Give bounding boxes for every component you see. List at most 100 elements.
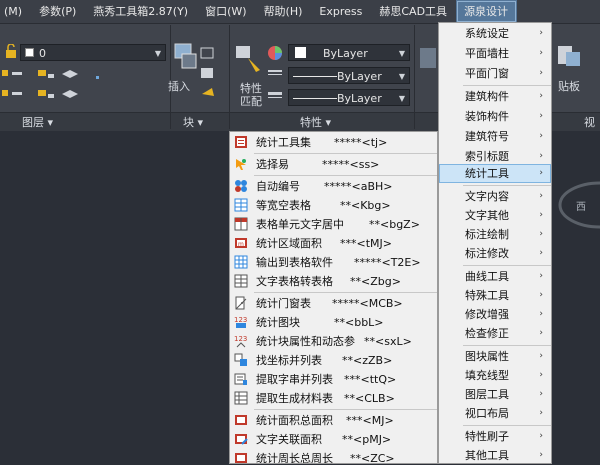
layer-combo[interactable]: 0 ▼: [20, 44, 166, 61]
panel-title-layers[interactable]: 图层 ▾: [22, 114, 53, 130]
submenu-item[interactable]: 选择易 *****<ss>: [230, 155, 437, 174]
submenu-item[interactable]: 文字关联面积 **<pMJ>: [230, 430, 437, 449]
export-table-icon: [234, 255, 248, 269]
menu-item-params[interactable]: 参数(P): [31, 0, 85, 23]
clipboard-icon[interactable]: [556, 44, 586, 68]
menu-item-yanxiu-tools[interactable]: 燕秀工具箱2.87(Y): [85, 0, 197, 23]
menu-item-help[interactable]: 帮助(H): [256, 0, 312, 23]
chevron-right-icon: ›: [539, 111, 543, 121]
submenu-item[interactable]: 提取字串并列表 ***<ttQ>: [230, 370, 437, 389]
lineweight-combo[interactable]: ByLayer ▼: [288, 89, 410, 106]
submenu-item[interactable]: 统计门窗表 *****<MCB>: [230, 294, 437, 313]
match-label-line2: 匹配: [240, 95, 262, 108]
submenu-item[interactable]: 找坐标并列表 **<zZB>: [230, 351, 437, 370]
string-list-icon: [234, 373, 247, 385]
menu-item-doors-windows[interactable]: 平面门窗 ›: [439, 64, 551, 83]
menu-item-hesi-cad[interactable]: 赫思CAD工具: [371, 0, 456, 23]
menu-item-express[interactable]: Express: [311, 0, 371, 23]
color-combo-value: ByLayer: [323, 47, 368, 60]
menu-item-curve-tools[interactable]: 曲线工具 ›: [439, 267, 551, 286]
chevron-right-icon: ›: [539, 210, 543, 220]
block-tools-icons[interactable]: [198, 44, 220, 110]
svg-text:123: 123: [234, 335, 247, 343]
panel-title-properties[interactable]: 特性 ▾: [300, 114, 331, 130]
color-combo[interactable]: ByLayer ▼: [288, 44, 410, 61]
coord-list-icon: [234, 353, 247, 366]
clipboard-label[interactable]: 贴板: [558, 78, 580, 94]
menu-item-building-symbols[interactable]: 建筑符号 ›: [439, 127, 551, 146]
select-icon: [236, 159, 246, 170]
layer-combo-value: 0: [39, 47, 46, 60]
lineweight-combo-value: ByLayer: [337, 92, 382, 105]
chevron-down-icon: ▼: [398, 94, 405, 103]
menu-item-window[interactable]: 窗口(W): [197, 0, 255, 23]
submenu-item[interactable]: 统计周长总周长 **<ZC>: [230, 449, 437, 463]
chevron-right-icon: ›: [539, 68, 543, 78]
match-label-line1: 特性: [240, 82, 262, 95]
panel-title-block[interactable]: 块 ▾: [183, 114, 203, 130]
menu-item-check-fix[interactable]: 检查修正 ›: [439, 324, 551, 343]
table-center-icon: [234, 217, 248, 231]
submenu-item[interactable]: 自动编号 *****<aBH>: [230, 177, 437, 196]
menu-item-dimension-draw[interactable]: 标注绘制 ›: [439, 225, 551, 244]
linetype-combo-value: ByLayer: [337, 70, 382, 83]
chevron-right-icon: ›: [539, 450, 543, 460]
block-attr-icon: 123: [234, 335, 247, 348]
insert-block-icon[interactable]: [172, 42, 200, 76]
submenu-item[interactable]: 表格单元文字居中 **<bgZ>: [230, 215, 437, 234]
linetype-combo[interactable]: ByLayer ▼: [288, 67, 410, 84]
viewcube-ring[interactable]: [552, 160, 600, 320]
menu-separator: [463, 265, 551, 266]
auto-number-icon: [235, 180, 247, 192]
menu-item-decoration-components[interactable]: 装饰构件 ›: [439, 107, 551, 126]
menu-item-viewport-layout[interactable]: 视口布局 ›: [439, 404, 551, 423]
submenu-item[interactable]: m 统计区域面积 ***<tMJ>: [230, 234, 437, 253]
menu-item-yuanquan-design[interactable]: 源泉设计: [456, 0, 518, 23]
layer-tools-icons[interactable]: [0, 66, 180, 110]
match-properties-icon[interactable]: [234, 44, 266, 78]
svg-text:123: 123: [234, 316, 247, 324]
match-properties-label[interactable]: 特性 匹配: [240, 82, 262, 108]
submenu-item[interactable]: 输出到表格软件 *****<T2E>: [230, 253, 437, 272]
submenu-item[interactable]: 提取生成材料表 **<CLB>: [230, 389, 437, 408]
menu-item-building-components[interactable]: 建筑构件 ›: [439, 87, 551, 106]
chevron-right-icon: ›: [539, 328, 543, 338]
material-table-icon: [234, 391, 248, 405]
menu-item-modify[interactable]: (M): [0, 0, 31, 23]
menu-item-fill-linetype[interactable]: 填充线型 ›: [439, 366, 551, 385]
submenu-item[interactable]: 统计工具集 *****<tj>: [230, 133, 437, 152]
submenu-item[interactable]: 等宽空表格 **<Kbg>: [230, 196, 437, 215]
menu-item-dimension-edit[interactable]: 标注修改 ›: [439, 244, 551, 263]
text-area-link-icon: [235, 434, 248, 445]
submenu-item[interactable]: 123 统计块属性和动态参 **<sxL>: [230, 332, 437, 351]
menu-item-walls-columns[interactable]: 平面墙柱 ›: [439, 44, 551, 63]
linetype-preview: [293, 76, 337, 77]
menu-item-other-tools[interactable]: 其他工具 ›: [439, 446, 551, 465]
panel-divider: [414, 25, 415, 129]
menu-separator: [463, 345, 551, 346]
layer-lock-icon[interactable]: [4, 44, 18, 60]
empty-table-icon: [234, 198, 248, 212]
submenu-item[interactable]: 文字表格转表格 **<Zbg>: [230, 272, 437, 291]
menu-item-special-tools[interactable]: 特殊工具 ›: [439, 286, 551, 305]
chevron-right-icon: ›: [539, 248, 543, 258]
menu-separator: [254, 292, 437, 293]
line-props-icons[interactable]: [266, 66, 284, 106]
menu-item-text-content[interactable]: 文字内容 ›: [439, 187, 551, 206]
chevron-right-icon: ›: [539, 389, 543, 399]
color-wheel-icon[interactable]: [266, 44, 284, 62]
submenu-item[interactable]: 统计面积总面积 ***<MJ>: [230, 411, 437, 430]
view-panel-label[interactable]: 视: [584, 114, 595, 130]
menu-item-layer-tools[interactable]: 图层工具 ›: [439, 385, 551, 404]
submenu-item[interactable]: 123 统计图块 **<bbL>: [230, 313, 437, 332]
chevron-right-icon: ›: [539, 91, 543, 101]
partial-tool-icon[interactable]: [418, 44, 438, 74]
menu-item-modify-enhance[interactable]: 修改增强 ›: [439, 305, 551, 324]
menu-separator: [463, 85, 551, 86]
menu-item-block-attributes[interactable]: 图块属性 ›: [439, 347, 551, 366]
menu-item-stats-tools[interactable]: 统计工具 ›: [439, 164, 551, 183]
menu-item-text-other[interactable]: 文字其他 ›: [439, 206, 551, 225]
insert-label[interactable]: 插入: [168, 78, 190, 94]
menu-item-property-brush[interactable]: 特性刷子 ›: [439, 427, 551, 446]
menu-item-system-settings[interactable]: 系统设定 ›: [439, 24, 551, 43]
